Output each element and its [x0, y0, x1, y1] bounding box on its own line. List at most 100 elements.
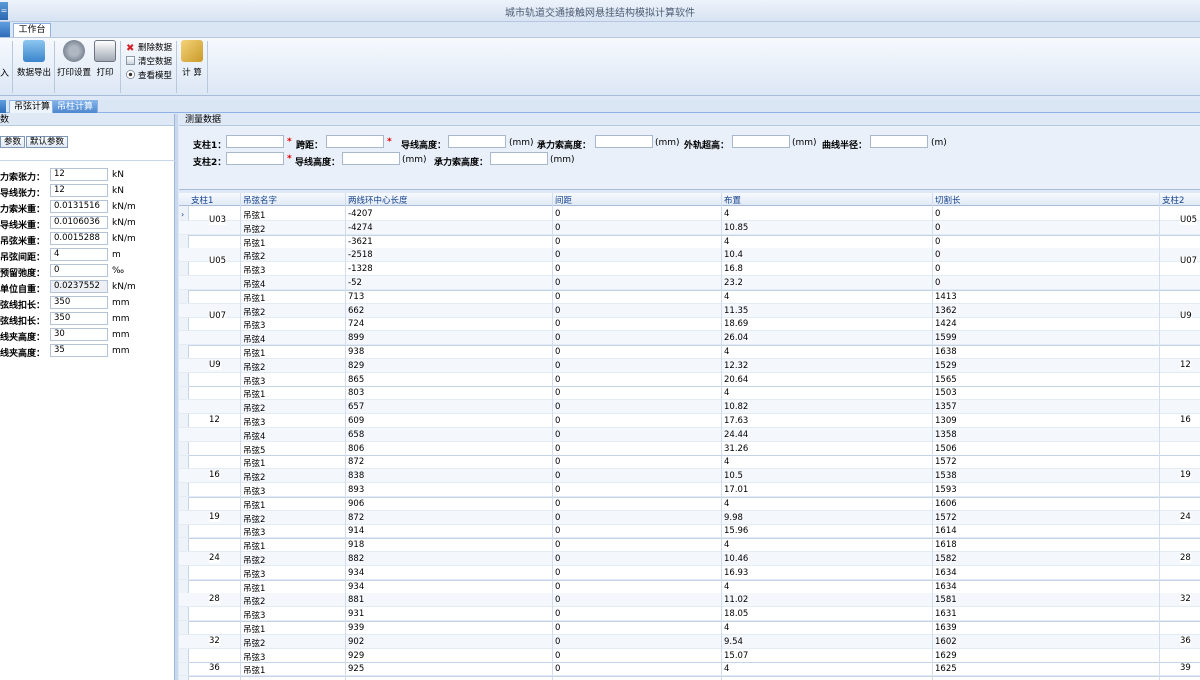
param-input[interactable]: 30 — [50, 328, 108, 341]
param-row: 弦线扣长： 350 mm — [0, 296, 175, 311]
default-params-button[interactable]: 默认参数 — [26, 136, 69, 148]
table-row[interactable]: 吊弦1 939 0 4 1639 — [179, 621, 1200, 635]
app-menu-tab[interactable] — [0, 22, 10, 37]
table-row[interactable]: 吊弦3 914 0 15.96 1614 — [179, 524, 1200, 539]
table-row[interactable]: 吊弦3 893 0 17.01 1593 — [179, 483, 1200, 497]
table-row[interactable]: 吊弦2 662 0 11.35 1362 — [179, 303, 1200, 318]
messenger-height2-input[interactable] — [490, 152, 548, 165]
pillar1-input[interactable] — [226, 135, 284, 148]
tab-dropper-calc[interactable]: 吊弦计算 — [9, 100, 56, 113]
param-input[interactable]: 0.0015288 — [50, 232, 108, 245]
import-button-partial[interactable]: 入 — [0, 66, 9, 79]
table-row[interactable]: 吊弦1 934 0 4 1634 — [179, 580, 1200, 594]
param-input[interactable]: 4 — [50, 248, 108, 261]
table-row[interactable]: 吊弦1 713 0 4 1413 — [179, 290, 1200, 304]
table-row[interactable]: 吊弦3 -1328 0 16.8 0 — [179, 262, 1200, 277]
wire-height2-input[interactable] — [342, 152, 400, 165]
table-row[interactable]: 吊弦3 931 0 18.05 1631 — [179, 607, 1200, 622]
view-model-button[interactable]: 查看模型 — [126, 70, 172, 82]
table-row[interactable]: 吊弦2 657 0 10.82 1357 — [179, 400, 1200, 415]
column-header[interactable]: 切割长 — [935, 194, 961, 206]
param-label: 力索米重： — [0, 205, 46, 215]
param-input[interactable]: 0 — [50, 264, 108, 277]
table-row[interactable]: 吊弦2 838 0 10.5 1538 — [179, 469, 1200, 484]
param-input[interactable]: 12 — [50, 168, 108, 181]
table-row[interactable]: 吊弦4 899 0 26.04 1599 — [179, 331, 1200, 346]
table-row[interactable]: 吊弦3 865 0 20.64 1565 — [179, 373, 1200, 387]
table-row[interactable]: 吊弦3 929 0 15.07 1629 — [179, 649, 1200, 663]
messenger-height1-input[interactable] — [595, 135, 653, 148]
delete-icon: ✖ — [126, 43, 135, 54]
table-cell: 16.8 — [724, 264, 743, 275]
param-row: 线夹高度： 30 mm — [0, 328, 175, 343]
export-button[interactable]: 数据导出 — [16, 40, 52, 78]
column-header[interactable]: 吊弦名字 — [243, 194, 277, 206]
column-header[interactable]: 间距 — [555, 194, 572, 206]
span-input[interactable] — [326, 135, 384, 148]
column-header[interactable]: 两线环中心长度 — [348, 194, 408, 206]
curve-radius-input[interactable] — [870, 135, 928, 148]
column-header[interactable]: 布置 — [724, 194, 741, 206]
table-row[interactable]: 吊弦1 925 0 4 1625 — [179, 662, 1200, 677]
table-row[interactable]: 吊弦3 609 0 17.63 1309 — [179, 414, 1200, 428]
print-settings-button[interactable]: 打印设置 — [56, 40, 92, 78]
clear-data-button[interactable]: 清空数据 — [126, 56, 172, 68]
panel-splitter[interactable] — [175, 114, 178, 680]
param-label: 导线米重： — [0, 221, 46, 231]
table-cell: 1309 — [935, 416, 957, 426]
param-input[interactable]: 350 — [50, 296, 108, 309]
unit-mm: (mm) — [655, 138, 680, 148]
table-row[interactable]: 吊弦3 724 0 18.69 1424 — [179, 317, 1200, 332]
param-row: 吊弦米重： 0.0015288 kN/m — [0, 232, 175, 247]
table-row[interactable]: 吊弦1 918 0 4 1618 — [179, 538, 1200, 553]
params-button[interactable]: 参数 — [0, 136, 26, 148]
param-input[interactable]: 0.0106036 — [50, 216, 108, 229]
calculate-button[interactable]: 计 算 — [179, 40, 205, 78]
table-row[interactable]: 吊弦2 829 0 12.32 1529 — [179, 358, 1200, 373]
param-input[interactable]: 35 — [50, 344, 108, 357]
table-row[interactable]: 吊弦2 881 0 11.02 1581 — [179, 593, 1200, 608]
table-row[interactable]: 吊弦1 -4207 0 4 0 — [179, 207, 1200, 221]
param-input[interactable]: 12 — [50, 184, 108, 197]
table-row[interactable]: 吊弦1 803 0 4 1503 — [179, 386, 1200, 401]
column-header[interactable]: 支柱2 — [1162, 194, 1184, 206]
table-cell: 1593 — [935, 485, 957, 495]
table-row[interactable]: 吊弦1 938 0 4 1638 — [179, 345, 1200, 359]
table-row[interactable]: 吊弦3 934 0 16.93 1634 — [179, 566, 1200, 580]
param-input[interactable]: 350 — [50, 312, 108, 325]
table-row[interactable]: 吊弦1 872 0 4 1572 — [179, 455, 1200, 470]
table-row[interactable]: 吊弦1 -3621 0 4 0 — [179, 235, 1200, 249]
tab-pillar-calc[interactable]: 吊柱计算 — [52, 100, 99, 113]
column-divider — [240, 193, 241, 680]
table-cell: 4 — [724, 388, 730, 399]
sub-tab-scroll[interactable] — [0, 100, 6, 113]
table-row[interactable]: 吊弦2 -2518 0 10.4 0 — [179, 248, 1200, 263]
results-grid: 支柱1 吊弦名字 两线环中心长度 间距 布置 切割长 支柱2 › 吊弦1 -4207 0 4 0 吊弦… — [179, 193, 1200, 680]
table-row[interactable]: 吊弦2 872 0 9.98 1572 — [179, 510, 1200, 525]
table-row[interactable]: 吊弦2 882 0 10.46 1582 — [179, 552, 1200, 566]
table-row[interactable]: 吊弦5 806 0 31.26 1506 — [179, 442, 1200, 456]
table-row[interactable]: 吊弦1 906 0 4 1606 — [179, 497, 1200, 511]
table-cell: 0 — [555, 664, 561, 675]
table-row[interactable]: 吊弦4 -52 0 23.2 0 — [179, 276, 1200, 290]
gear-icon — [63, 40, 85, 62]
column-header[interactable]: 支柱1 — [191, 194, 213, 206]
unit-mm: (mm) — [550, 155, 575, 165]
table-row[interactable]: 吊弦4 658 0 24.44 1358 — [179, 427, 1200, 442]
pillar2-cell: 28 — [1180, 552, 1191, 563]
table-row[interactable]: 吊弦2 -4274 0 10.85 0 — [179, 220, 1200, 235]
table-row[interactable]: 吊弦2 902 0 9.54 1602 — [179, 634, 1200, 649]
param-input[interactable]: 0.0131516 — [50, 200, 108, 213]
outer-rail-input[interactable] — [732, 135, 790, 148]
pillar2-cell: 32 — [1180, 594, 1191, 605]
table-cell: 0 — [935, 209, 941, 219]
table-cell: 4 — [724, 498, 730, 509]
print-button[interactable]: 打印 — [94, 40, 116, 78]
pillar2-input[interactable] — [226, 152, 284, 165]
table-cell: 0 — [555, 222, 561, 233]
wire-height1-input[interactable] — [448, 135, 506, 148]
table-cell: 1565 — [935, 374, 957, 385]
delete-data-button[interactable]: ✖ 删除数据 — [126, 42, 172, 54]
tab-workbench[interactable]: 工作台 — [13, 23, 51, 37]
table-cell: 1424 — [935, 319, 957, 330]
